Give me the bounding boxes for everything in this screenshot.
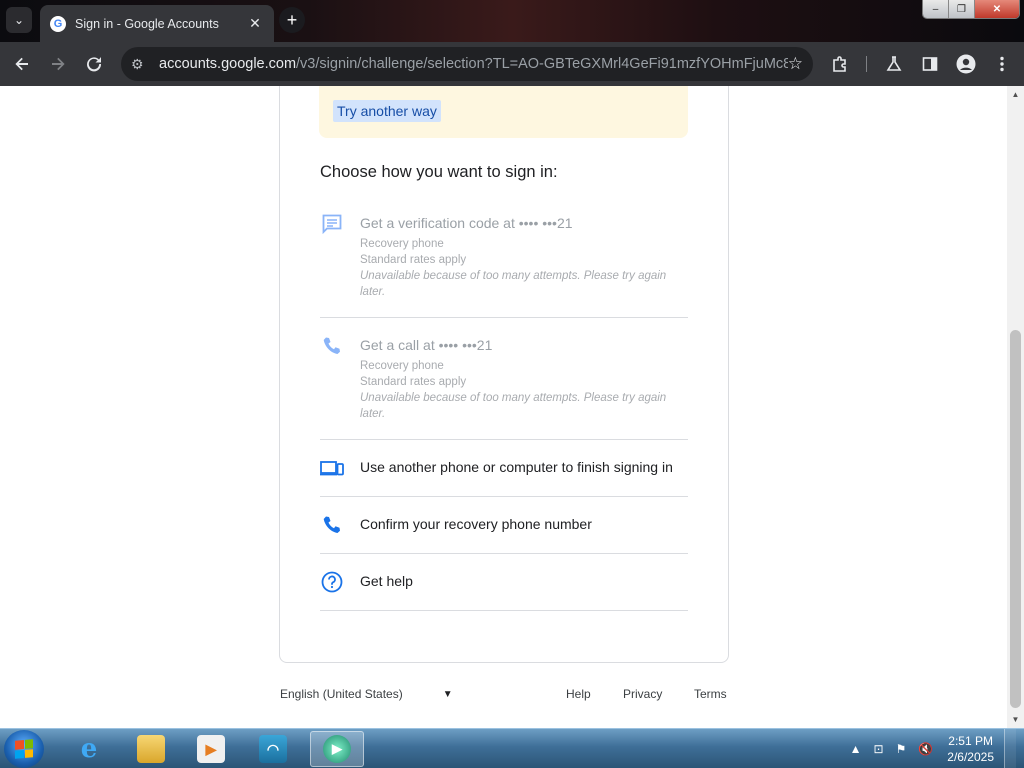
show-desktop-button[interactable] bbox=[1004, 729, 1016, 768]
windows-logo-icon bbox=[15, 739, 33, 759]
folder-icon bbox=[137, 735, 165, 763]
start-button[interactable] bbox=[4, 730, 44, 768]
extensions-icon[interactable] bbox=[825, 49, 855, 79]
taskbar-browser[interactable]: ▶ bbox=[310, 731, 364, 767]
url-path: /v3/signin/challenge/selection?TL=AO-GBT… bbox=[296, 56, 788, 72]
phone-icon bbox=[320, 334, 344, 358]
network-icon[interactable]: ⊡ bbox=[874, 742, 884, 756]
taskbar-media-player[interactable]: ▶ bbox=[184, 731, 238, 767]
option-title: Use another phone or computer to finish … bbox=[360, 459, 673, 475]
try-another-way-link[interactable]: Try another way bbox=[333, 100, 441, 122]
divider bbox=[320, 610, 688, 611]
media-player-icon: ▶ bbox=[197, 735, 225, 763]
option-warning: Unavailable because of too many attempts… bbox=[360, 392, 667, 420]
tab-sign-in[interactable]: G Sign in - Google Accounts ✕ bbox=[40, 5, 274, 42]
tab-title: Sign in - Google Accounts bbox=[75, 16, 219, 31]
option-title: Confirm your recovery phone number bbox=[360, 516, 592, 532]
option-call: Get a call at •••• •••21 Recovery phone … bbox=[320, 334, 688, 430]
toolbar-separator bbox=[866, 56, 867, 72]
option-rates: Standard rates apply bbox=[360, 376, 467, 388]
back-icon[interactable] bbox=[7, 49, 37, 79]
dolphin-icon: ◠ bbox=[259, 735, 287, 763]
profile-icon[interactable] bbox=[951, 49, 981, 79]
labs-icon[interactable] bbox=[879, 49, 909, 79]
browser-tab-strip: ⌄ G Sign in - Google Accounts ✕ + – ❐ ✕ bbox=[0, 0, 1024, 42]
scroll-up-icon[interactable]: ▲ bbox=[1007, 90, 1024, 99]
taskbar-dolphin-app[interactable]: ◠ bbox=[246, 731, 300, 767]
divider bbox=[320, 553, 688, 554]
footer-privacy-link[interactable]: Privacy bbox=[623, 687, 662, 701]
phone-icon bbox=[320, 513, 344, 537]
url-text[interactable]: accounts.google.com/v3/signin/challenge/… bbox=[159, 56, 788, 72]
language-selector[interactable]: English (United States) ▼ bbox=[280, 687, 453, 701]
page-viewport: Try another way Choose how you want to s… bbox=[0, 86, 1024, 728]
option-another-device[interactable]: Use another phone or computer to finish … bbox=[320, 456, 688, 496]
option-subtitle: Recovery phone bbox=[360, 360, 444, 372]
system-tray: ▲ ⊡ ⚑ 🔇 2:51 PM 2/6/2025 bbox=[844, 729, 1024, 768]
option-confirm-recovery-phone[interactable]: Confirm your recovery phone number bbox=[320, 513, 688, 553]
browser-toolbar: ⚙ accounts.google.com/v3/signin/challeng… bbox=[0, 42, 1024, 86]
show-hidden-icons-icon[interactable]: ▲ bbox=[850, 742, 862, 756]
site-settings-icon[interactable]: ⚙ bbox=[131, 56, 153, 73]
option-verification-code: Get a verification code at •••• •••21 Re… bbox=[320, 212, 688, 308]
footer-help-link[interactable]: Help bbox=[566, 687, 591, 701]
address-bar[interactable]: ⚙ accounts.google.com/v3/signin/challeng… bbox=[121, 47, 813, 81]
reload-icon[interactable] bbox=[79, 49, 109, 79]
divider bbox=[320, 439, 688, 440]
option-title: Get help bbox=[360, 573, 413, 589]
option-title: Get a call at •••• •••21 bbox=[360, 337, 493, 353]
taskbar-internet-explorer[interactable]: e bbox=[62, 731, 116, 767]
devices-icon bbox=[320, 456, 344, 480]
help-icon bbox=[320, 570, 344, 594]
scroll-down-icon[interactable]: ▼ bbox=[1007, 715, 1024, 724]
option-warning: Unavailable because of too many attempts… bbox=[360, 270, 667, 298]
menu-icon[interactable] bbox=[987, 49, 1017, 79]
footer-terms-link[interactable]: Terms bbox=[694, 687, 727, 701]
minimize-button[interactable]: – bbox=[923, 0, 949, 18]
system-clock[interactable]: 2:51 PM 2/6/2025 bbox=[947, 733, 994, 765]
star-icon[interactable]: ☆ bbox=[788, 54, 803, 74]
close-icon[interactable]: ✕ bbox=[246, 15, 264, 32]
divider bbox=[320, 317, 688, 318]
browser-app-icon: ▶ bbox=[323, 735, 351, 763]
window-close-button[interactable]: ✕ bbox=[975, 0, 1019, 18]
option-get-help[interactable]: Get help bbox=[320, 570, 688, 610]
google-favicon: G bbox=[50, 15, 66, 32]
option-title: Get a verification code at •••• •••21 bbox=[360, 215, 573, 231]
volume-muted-icon[interactable]: 🔇 bbox=[918, 742, 933, 756]
side-panel-icon[interactable] bbox=[915, 49, 945, 79]
action-center-flag-icon[interactable]: ⚑ bbox=[896, 742, 907, 756]
option-subtitle: Recovery phone bbox=[360, 238, 444, 250]
window-controls: – ❐ ✕ bbox=[922, 0, 1020, 19]
scrollbar-thumb[interactable] bbox=[1010, 330, 1021, 708]
internet-explorer-icon: e bbox=[80, 734, 98, 764]
clock-time: 2:51 PM bbox=[948, 734, 993, 748]
clock-date: 2/6/2025 bbox=[947, 750, 994, 764]
page-heading: Choose how you want to sign in: bbox=[320, 163, 558, 181]
forward-icon[interactable] bbox=[43, 49, 73, 79]
taskbar-file-explorer[interactable] bbox=[124, 731, 178, 767]
page-scrollbar[interactable]: ▲ ▼ bbox=[1007, 86, 1024, 728]
divider bbox=[320, 496, 688, 497]
caret-down-icon: ▼ bbox=[442, 688, 453, 700]
new-tab-icon[interactable]: + bbox=[279, 7, 305, 33]
tab-search-icon[interactable]: ⌄ bbox=[6, 7, 32, 33]
sms-icon bbox=[320, 212, 344, 236]
windows-taskbar: e ▶ ◠ ▶ ▲ ⊡ ⚑ 🔇 2:51 PM 2/6/2025 bbox=[0, 728, 1024, 768]
language-label: English (United States) bbox=[280, 687, 403, 701]
url-host: accounts.google.com bbox=[159, 56, 297, 72]
option-rates: Standard rates apply bbox=[360, 254, 467, 266]
restore-button[interactable]: ❐ bbox=[949, 0, 975, 18]
